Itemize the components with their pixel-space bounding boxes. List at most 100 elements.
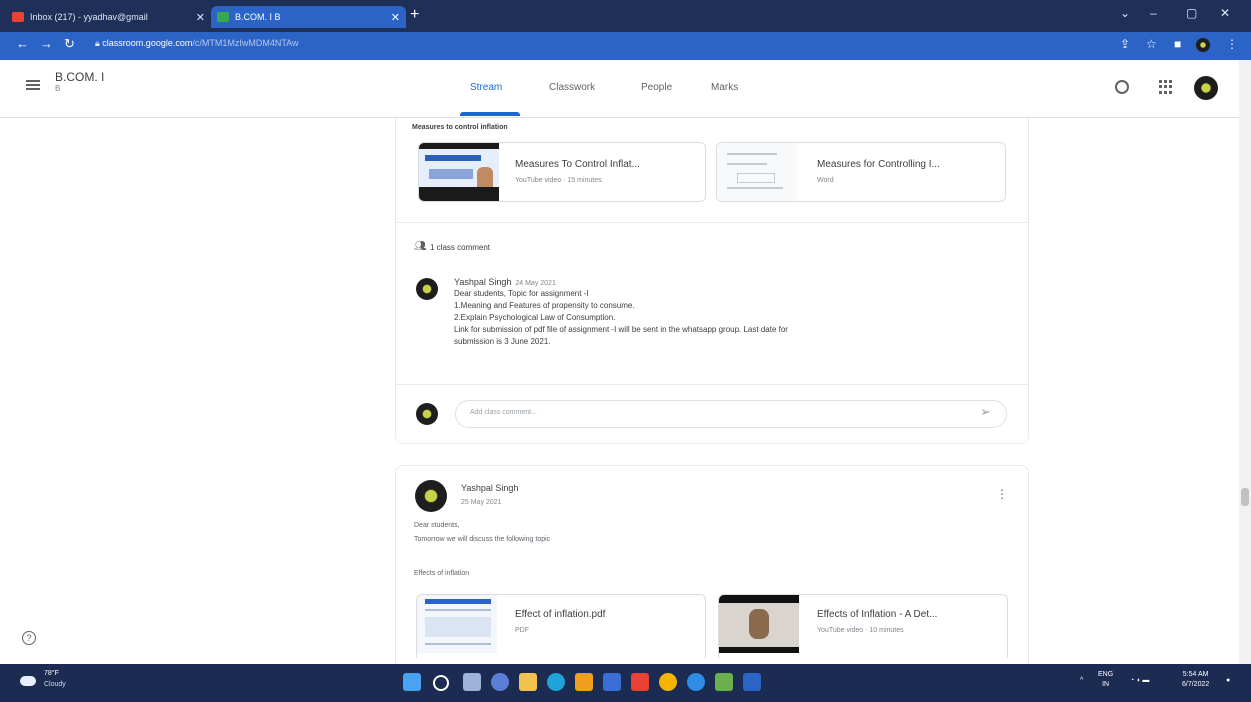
attachment-title: Measures To Control Inflat...	[515, 159, 640, 170]
forward-icon[interactable]: →	[40, 36, 53, 51]
comment-line: submission is 3 June 2021.	[454, 337, 551, 346]
attachment-subtitle: PDF	[515, 627, 529, 634]
my-avatar	[416, 403, 438, 425]
class-comment-count[interactable]: 1 class comment	[430, 243, 490, 252]
store-icon[interactable]	[715, 673, 733, 691]
main-menu-icon[interactable]	[26, 80, 40, 90]
time: 5:54 AM	[1182, 671, 1209, 678]
tab-classwork[interactable]: Classwork	[549, 82, 595, 93]
bookmark-star-icon[interactable]: ☆	[1146, 37, 1157, 51]
attachment-title: Effects of Inflation - A Det...	[817, 609, 938, 620]
close-tab-icon[interactable]: ✕	[196, 11, 205, 24]
attachment-youtube[interactable]: Measures To Control Inflat... YouTube vi…	[418, 142, 706, 202]
address-bar[interactable]: 🔒︎ classroom.google.com/c/MTM1MzIwMDM4NT…	[95, 38, 299, 49]
mail-icon[interactable]	[603, 673, 621, 691]
settings-gear-icon[interactable]	[1115, 80, 1129, 94]
windows-taskbar	[0, 664, 1251, 702]
video-thumbnail	[419, 143, 499, 201]
more-options-icon[interactable]: ⋮	[996, 487, 1008, 501]
help-icon[interactable]: ?	[22, 631, 36, 645]
region: IN	[1102, 681, 1110, 688]
office-icon[interactable]	[631, 673, 649, 691]
tab-label: Inbox (217) - yyadhav@gmail	[30, 12, 148, 22]
tab-marks[interactable]: Marks	[711, 82, 738, 93]
classroom-icon	[217, 12, 229, 22]
page-scrollbar[interactable]	[1239, 60, 1251, 664]
browser-tab-classroom[interactable]: B.COM. I B ✕	[211, 6, 406, 28]
class-section: B	[55, 84, 61, 93]
comment-line: 2.Explain Psychological Law of Consumpti…	[454, 313, 616, 322]
attachment-word[interactable]: Measures for Controlling I... Word	[716, 142, 1006, 202]
tab-stream[interactable]: Stream	[470, 82, 502, 93]
minimize-icon[interactable]: –	[1150, 6, 1157, 20]
new-tab-icon[interactable]: +	[410, 6, 419, 24]
attachment-title: Measures for Controlling I...	[817, 159, 940, 170]
task-view-icon[interactable]	[463, 673, 481, 691]
commenter-avatar	[416, 278, 438, 300]
language: ENG	[1098, 671, 1114, 678]
tab-search-icon[interactable]: ⌄	[1120, 6, 1130, 20]
browser-tab-inbox[interactable]: Inbox (217) - yyadhav@gmail ✕	[6, 6, 211, 28]
class-name[interactable]: B.COM. I	[55, 70, 104, 84]
send-icon[interactable]: ➢	[980, 404, 991, 420]
class-comment-input[interactable]	[455, 400, 1007, 428]
close-tab-icon[interactable]: ✕	[391, 11, 400, 24]
profile-avatar[interactable]	[1196, 38, 1210, 52]
divider	[396, 384, 1028, 385]
gmail-icon	[12, 12, 24, 22]
share-icon[interactable]: ⇪	[1120, 37, 1130, 51]
vlc-icon[interactable]	[575, 673, 593, 691]
account-avatar[interactable]	[1194, 76, 1218, 100]
post-line: Dear students,	[414, 522, 460, 529]
post-date: 25 May 2021	[461, 499, 502, 506]
browser-menu-icon[interactable]: ⋮	[1226, 37, 1238, 51]
classroom-header	[0, 60, 1251, 118]
back-icon[interactable]: ←	[16, 36, 29, 51]
people-comment-icon: 👥︎	[414, 241, 427, 252]
start-icon[interactable]	[403, 673, 421, 691]
document-thumbnail	[717, 143, 797, 201]
edge-icon[interactable]	[547, 673, 565, 691]
extension-icon[interactable]: ■	[1174, 37, 1181, 51]
divider	[396, 222, 1028, 223]
chat-icon[interactable]	[491, 673, 509, 691]
weather-condition[interactable]: Cloudy	[44, 681, 66, 688]
search-icon[interactable]	[433, 675, 449, 691]
url-host: classroom.google.com	[102, 38, 193, 48]
active-tab-indicator	[460, 112, 520, 116]
post-title: Measures to control inflation	[412, 124, 508, 131]
clock[interactable]: 5:54 AM 6/7/2022	[1182, 670, 1209, 690]
attachment-title: Effect of inflation.pdf	[515, 609, 606, 620]
pdf-thumbnail	[417, 595, 497, 653]
attachment-youtube[interactable]: Effects of Inflation - A Det... YouTube …	[718, 594, 1008, 658]
date: 6/7/2022	[1182, 681, 1210, 688]
tab-people[interactable]: People	[641, 82, 672, 93]
weather-temperature[interactable]: 78°F	[44, 670, 59, 677]
attachment-pdf[interactable]: Effect of inflation.pdf PDF	[416, 594, 706, 658]
author-avatar	[415, 480, 447, 512]
attachment-subtitle: Word	[817, 177, 834, 184]
language-indicator[interactable]: ENG IN	[1098, 670, 1113, 690]
show-hidden-icons[interactable]: ^	[1080, 676, 1083, 686]
post-author: Yashpal Singh	[461, 483, 519, 493]
scrollbar-thumb[interactable]	[1241, 488, 1249, 506]
url-path: /c/MTM1MzIwMDM4NTAw	[192, 38, 299, 48]
tab-label: B.COM. I B	[235, 12, 281, 22]
cloud-icon[interactable]	[20, 676, 36, 686]
attachment-subtitle: YouTube video · 10 minutes	[817, 627, 904, 634]
chrome-icon[interactable]	[659, 673, 677, 691]
post-line: Tomorrow we will discuss the following t…	[414, 536, 551, 543]
comment-body: Dear students, Topic for assignment -I 1…	[454, 288, 1014, 348]
maximize-icon[interactable]: ▢	[1186, 6, 1197, 20]
notification-icon[interactable]: ●	[1226, 676, 1230, 686]
reload-icon[interactable]: ↻	[64, 36, 75, 52]
file-explorer-icon[interactable]	[519, 673, 537, 691]
attachment-subtitle: YouTube video · 15 minutes	[515, 177, 602, 184]
network-volume-battery-icons[interactable]: ◔ ◖ ▬	[1130, 676, 1149, 686]
comment-line: Link for submission of pdf file of assig…	[454, 325, 788, 334]
video-thumbnail	[719, 595, 799, 653]
google-apps-icon[interactable]	[1159, 80, 1173, 94]
close-window-icon[interactable]: ✕	[1220, 6, 1230, 20]
photos-icon[interactable]	[743, 673, 761, 691]
app-icon[interactable]	[687, 673, 705, 691]
